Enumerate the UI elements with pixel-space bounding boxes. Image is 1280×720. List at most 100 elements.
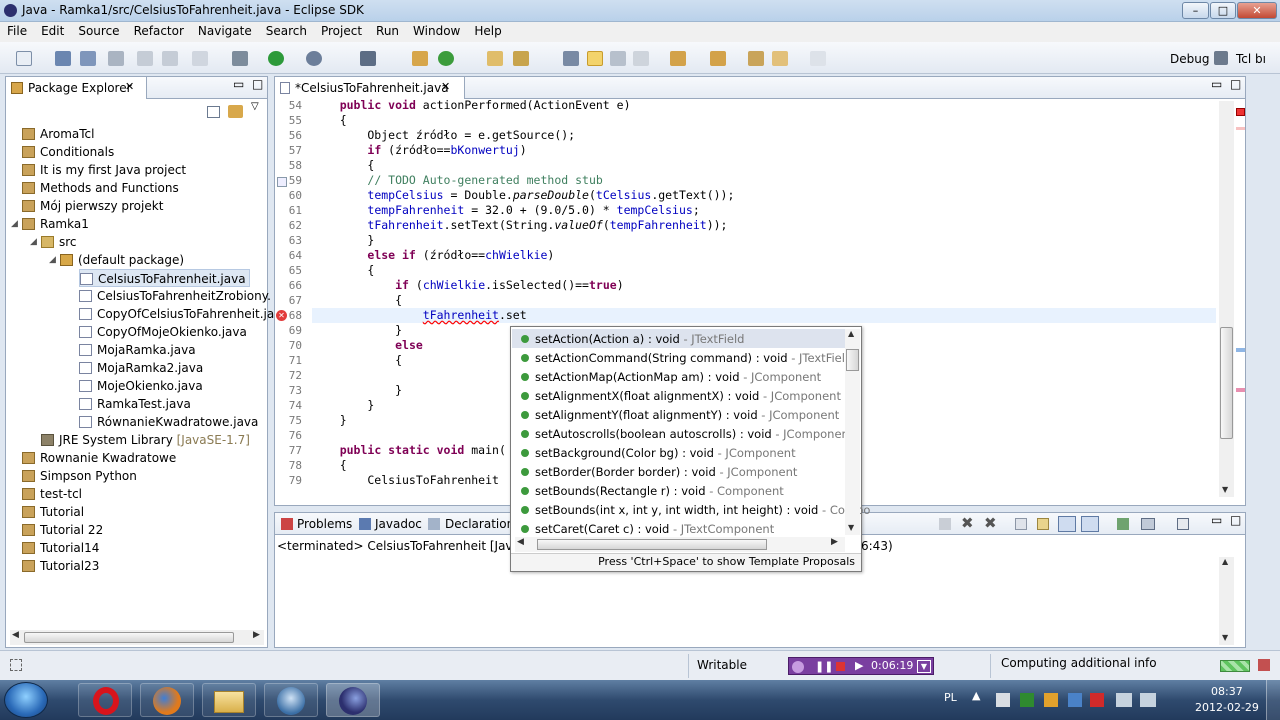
tree-item[interactable]: Tutorial [22, 503, 84, 521]
perspective-tcl-icon[interactable] [1214, 51, 1228, 65]
popup-scroll-thumb[interactable] [846, 349, 859, 371]
scroll-right-icon[interactable]: ▶ [831, 537, 838, 547]
tree-item[interactable]: Conditionals [22, 143, 114, 161]
tree-item[interactable]: (default package) [60, 251, 184, 269]
editor-tab[interactable]: *CelsiusToFahrenheit.java ✕ [275, 77, 465, 99]
code-line[interactable]: // TODO Auto-generated method stub [312, 173, 602, 188]
code-line[interactable]: } [312, 398, 374, 413]
menu-run[interactable]: Run [369, 22, 406, 38]
code-line[interactable]: { [312, 263, 374, 278]
scroll-down-icon[interactable]: ▼ [1222, 633, 1228, 642]
error-marker-icon[interactable]: ✕ [276, 310, 287, 321]
tree-item[interactable]: Simpson Python [22, 467, 137, 485]
suggestion-item[interactable]: setActionMap(ActionMap am) : void - JCom… [515, 368, 821, 387]
scroll-lock-icon[interactable] [1037, 518, 1049, 530]
tree-expander-icon[interactable]: ◢ [11, 219, 18, 229]
popup-hscroll-thumb[interactable] [537, 539, 767, 550]
suggestion-item[interactable]: setBorder(Border border) : void - JCompo… [515, 463, 797, 482]
tree-item[interactable]: Ramka1 [22, 215, 89, 233]
code-line[interactable]: } [312, 233, 374, 248]
code-line[interactable]: tempFahrenheit = 32.0 + (9.0/5.0) * temp… [312, 203, 699, 218]
open-folder-icon[interactable] [487, 51, 503, 66]
editor-vscrollbar[interactable]: ▼ [1219, 101, 1234, 497]
start-button[interactable] [4, 682, 48, 718]
tree-item[interactable]: CopyOfCelsiusToFahrenheit.ja [79, 305, 274, 323]
tree-item[interactable]: JRE System Library [JavaSE-1.7] [41, 431, 250, 449]
screen-recorder-bar[interactable]: ❚❚ ▶ 0:06:19 ▼ [788, 657, 934, 675]
suggestion-item[interactable]: setAutoscrolls(boolean autoscrolls) : vo… [515, 425, 853, 444]
maximize-view-icon[interactable]: □ [252, 77, 263, 91]
tree-item[interactable]: AromaTcl [22, 125, 95, 143]
explorer-hscrollbar[interactable]: ◀ ▶ [10, 630, 264, 645]
tree-item[interactable]: CelsiusToFahrenheit.java [79, 269, 250, 287]
display-console-icon[interactable] [1141, 518, 1155, 530]
tab-problems[interactable]: Problems [297, 517, 352, 531]
menu-refactor[interactable]: Refactor [127, 22, 191, 38]
network-icon[interactable] [1116, 693, 1132, 707]
suggestion-item[interactable]: setBounds(int x, int y, int width, int h… [515, 501, 870, 520]
tray-icon[interactable] [1020, 693, 1034, 707]
scroll-left-icon[interactable]: ◀ [517, 537, 524, 547]
fast-view-icon[interactable] [10, 659, 22, 671]
code-line[interactable]: { [312, 353, 402, 368]
save-all-icon[interactable] [80, 51, 96, 66]
mark-occurrences-icon[interactable] [587, 51, 603, 66]
pause-icon[interactable]: ❚❚ [815, 660, 833, 673]
popup-hscrollbar[interactable]: ◀ ▶ [515, 537, 845, 552]
tree-item[interactable]: MojaRamka2.java [79, 359, 203, 377]
console-vscrollbar[interactable]: ▲ ▼ [1219, 557, 1234, 645]
scroll-up-icon[interactable]: ▲ [848, 329, 854, 338]
popup-vscrollbar[interactable]: ▲ ▼ [845, 329, 860, 535]
tree-item[interactable]: CopyOfMojeOkienko.java [79, 323, 247, 341]
tree-item[interactable]: Mój pierwszy projekt [22, 197, 163, 215]
code-line[interactable]: tFahrenheit.set [312, 308, 527, 323]
volume-icon[interactable] [1140, 693, 1156, 707]
scroll-up-icon[interactable]: ▲ [1222, 557, 1228, 566]
new-icon[interactable] [16, 51, 32, 66]
recorder-menu-icon[interactable]: ▼ [917, 660, 931, 673]
suggestion-item[interactable]: setAlignmentY(float alignmentY) : void -… [515, 406, 839, 425]
language-indicator[interactable]: PL [944, 691, 957, 704]
code-line[interactable]: } [312, 413, 347, 428]
external-tools-icon[interactable] [306, 51, 322, 66]
tree-item[interactable]: It is my first Java project [22, 161, 186, 179]
tray-expand-icon[interactable]: ▲ [972, 689, 980, 702]
menu-search[interactable]: Search [259, 22, 314, 38]
menu-edit[interactable]: Edit [34, 22, 71, 38]
bottom-minimize-icon[interactable]: ▭ [1211, 513, 1222, 527]
menu-project[interactable]: Project [314, 22, 369, 38]
open-console-icon[interactable] [1117, 518, 1129, 530]
link-editor-icon[interactable] [228, 105, 243, 118]
save-icon[interactable] [55, 51, 71, 66]
editor-minimize-icon[interactable]: ▭ [1211, 77, 1222, 91]
suggestion-item[interactable]: setAction(Action a) : void - JTextField [515, 330, 744, 349]
bottom-maximize-icon[interactable]: □ [1230, 513, 1241, 527]
taskbar-eclipse[interactable] [326, 683, 380, 717]
tree-item[interactable]: Methods and Functions [22, 179, 179, 197]
code-line[interactable]: tempCelsius = Double.parseDouble(tCelsiu… [312, 188, 734, 203]
tree-item[interactable]: Tutorial14 [22, 539, 99, 557]
tray-icon[interactable] [1068, 693, 1082, 707]
copy-icon[interactable] [137, 51, 153, 66]
code-line[interactable]: CelsiusToFahrenheit [312, 473, 499, 488]
explorer-hscroll-thumb[interactable] [24, 632, 234, 643]
new-class-icon[interactable] [438, 51, 454, 66]
close-tab-icon[interactable]: ✕ [125, 80, 134, 93]
scroll-down-icon[interactable]: ▼ [848, 523, 854, 532]
tab-declaration[interactable]: Declaration [445, 517, 514, 531]
minimize-button[interactable]: – [1182, 2, 1209, 19]
tree-item[interactable]: Rownanie Kwadratowe [22, 449, 176, 467]
code-line[interactable]: public static void main( [312, 443, 506, 458]
scroll-right-icon[interactable]: ▶ [253, 630, 260, 640]
code-line[interactable]: { [312, 158, 374, 173]
scroll-down-icon[interactable]: ▼ [1222, 485, 1228, 494]
show-desktop-button[interactable] [1266, 680, 1280, 720]
tree-item[interactable]: Tutorial 22 [22, 521, 103, 539]
suggestion-item[interactable]: setBounds(Rectangle r) : void - Componen… [515, 482, 784, 501]
block-select-icon[interactable] [610, 51, 626, 66]
menu-help[interactable]: Help [467, 22, 508, 38]
remove-all-icon[interactable]: ✖ [984, 514, 997, 532]
view-menu-icon[interactable]: ▽ [251, 101, 259, 112]
collapse-all-icon[interactable] [207, 106, 220, 118]
open-type-icon[interactable] [513, 51, 529, 66]
